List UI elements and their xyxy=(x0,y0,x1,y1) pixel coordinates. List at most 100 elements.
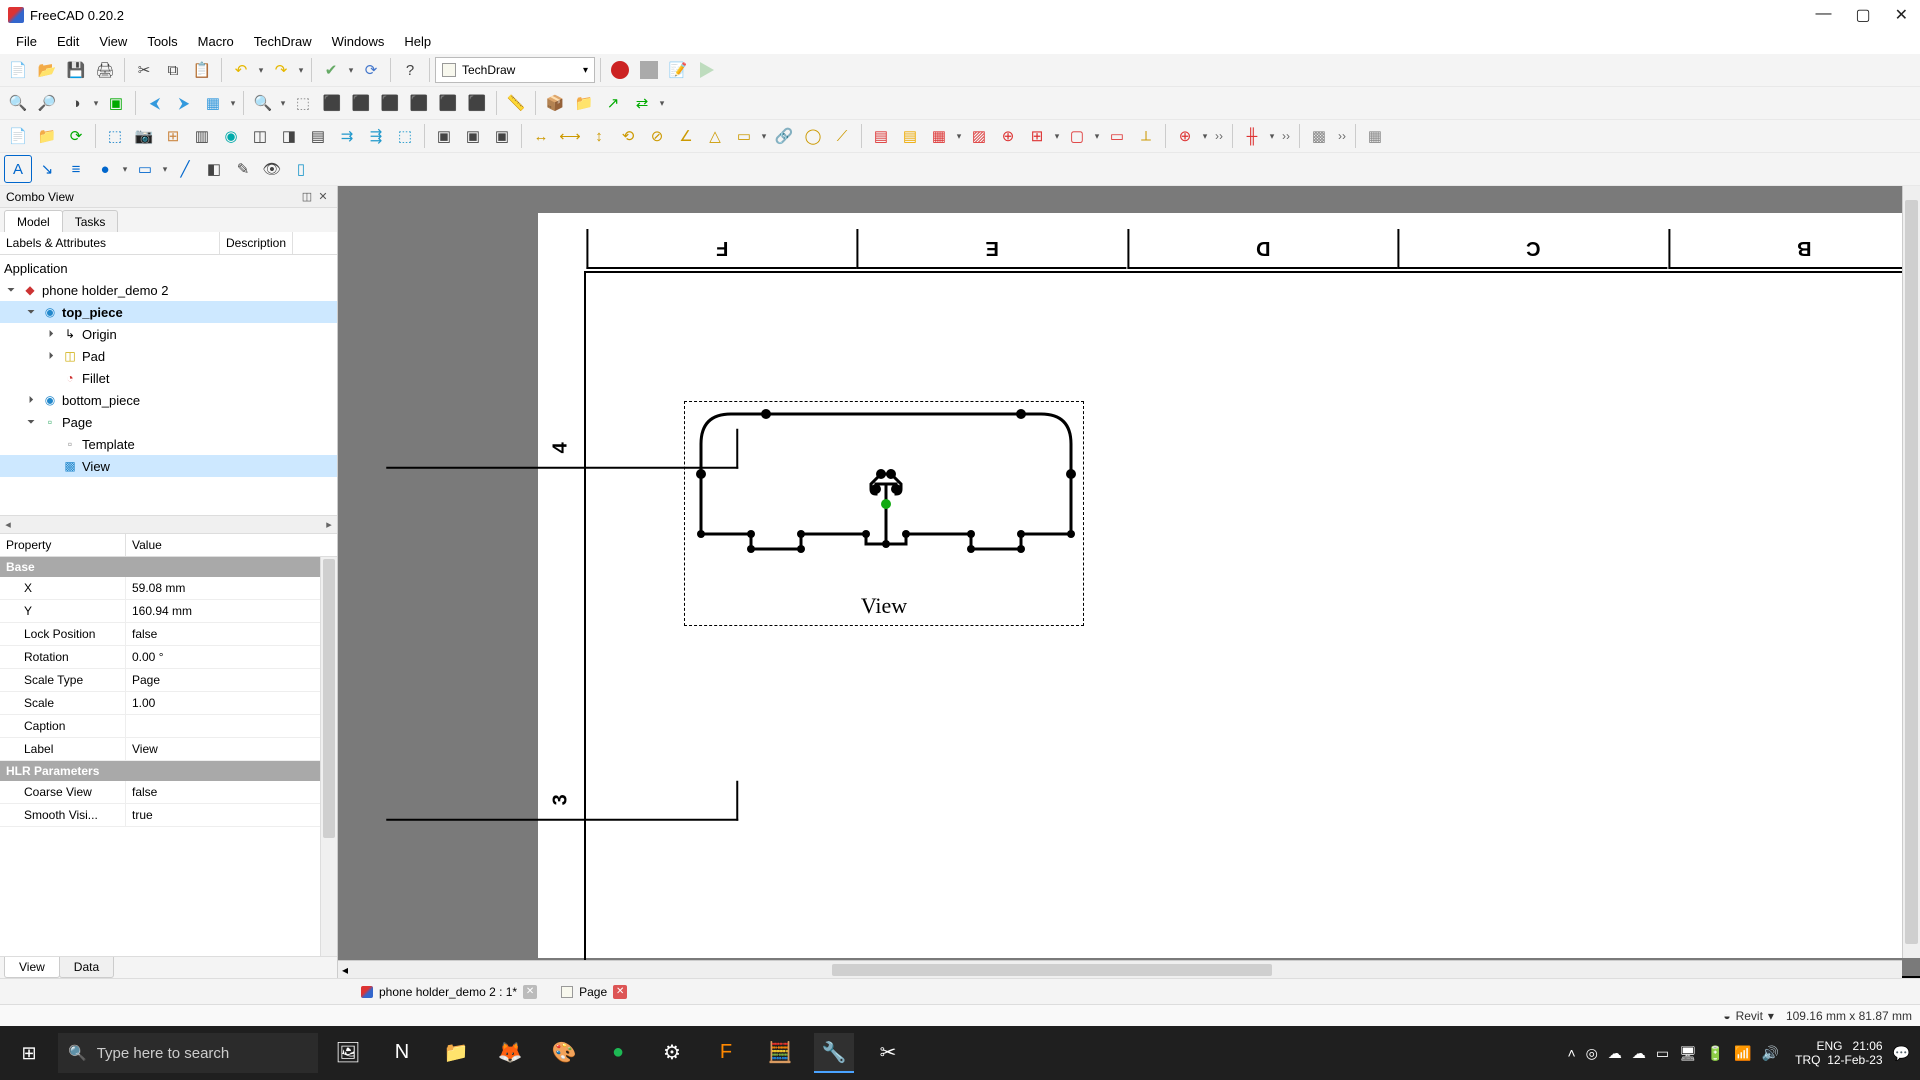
active-view-icon[interactable]: 📷 xyxy=(130,122,158,150)
taskbar-app-explorer[interactable]: 📁 xyxy=(436,1033,476,1073)
cut-icon[interactable]: ✂ xyxy=(130,56,158,84)
tab-model[interactable]: Model xyxy=(4,210,63,232)
toggle-frame-icon[interactable]: ▢ xyxy=(1063,122,1091,150)
centerline-dd[interactable]: ▾ xyxy=(1200,131,1210,142)
tray-notifications-icon[interactable]: 💬 xyxy=(1893,1045,1910,1062)
tree-fillet[interactable]: ◔Fillet xyxy=(0,367,337,389)
menu-tools[interactable]: Tools xyxy=(137,31,187,52)
taskbar-app-snip[interactable]: ✂ xyxy=(868,1033,908,1073)
tree-top-piece[interactable]: ⏷◉top_piece xyxy=(0,301,337,323)
tab-tasks[interactable]: Tasks xyxy=(62,210,119,232)
bounding-box-icon[interactable]: ▣ xyxy=(102,89,130,117)
tree-app[interactable]: Application xyxy=(0,257,337,279)
page-default-icon[interactable]: 📄 xyxy=(4,122,32,150)
prop-header-property[interactable]: Property xyxy=(0,534,126,556)
save-icon[interactable]: 💾 xyxy=(62,56,90,84)
taskbar-app-fusion[interactable]: F xyxy=(706,1033,746,1073)
prop-lock[interactable]: Lock Positionfalse xyxy=(0,623,337,646)
tree-page[interactable]: ⏷▫Page xyxy=(0,411,337,433)
prop-tab-data[interactable]: Data xyxy=(59,957,114,978)
tree-template[interactable]: ▫Template xyxy=(0,433,337,455)
view-insert-icon[interactable]: ⬚ xyxy=(101,122,129,150)
decorate-line-icon[interactable]: ▭ xyxy=(1103,122,1131,150)
undo-dd[interactable]: ▾ xyxy=(256,65,266,76)
link-actions-icon[interactable]: ⇄ xyxy=(628,89,656,117)
macros-icon[interactable]: 📝 xyxy=(664,56,692,84)
prop-vscroll[interactable] xyxy=(320,557,337,956)
menu-edit[interactable]: Edit xyxy=(47,31,89,52)
part-icon[interactable]: 📦 xyxy=(541,89,569,117)
status-nav-style[interactable]: ◒ Revit ▾ xyxy=(1723,1009,1774,1023)
tray-meet-icon[interactable]: ▭ xyxy=(1656,1045,1669,1062)
undo-icon[interactable]: ↶ xyxy=(227,56,255,84)
spreadsheet-view-icon[interactable]: ▤ xyxy=(304,122,332,150)
tree-origin[interactable]: ⏵↳Origin xyxy=(0,323,337,345)
whatsthis-icon[interactable]: ? xyxy=(396,56,424,84)
dim-extent-dd[interactable]: ▾ xyxy=(759,131,769,142)
ext-line-icon[interactable]: ▩ xyxy=(1305,122,1333,150)
combo-close-icon[interactable]: ✕ xyxy=(315,190,331,203)
tray-chevron-icon[interactable]: ˄ xyxy=(1567,1045,1575,1061)
taskbar-search[interactable]: 🔍 Type here to search xyxy=(58,1033,318,1073)
fit-selection-icon[interactable]: 🔎 xyxy=(33,89,61,117)
2point-line-icon[interactable]: ╱ xyxy=(171,155,199,183)
front-view-icon[interactable]: ⬛ xyxy=(318,89,346,117)
doc-tab-main-close[interactable]: ✕ xyxy=(523,985,537,999)
taskbar-app-notion[interactable]: N xyxy=(382,1033,422,1073)
draft-view-icon[interactable]: ◫ xyxy=(246,122,274,150)
prop-y[interactable]: Y160.94 mm xyxy=(0,600,337,623)
new-file-icon[interactable]: 📄 xyxy=(4,56,32,84)
rich-anno-icon[interactable]: ≡ xyxy=(62,155,90,183)
image-dd[interactable]: ▾ xyxy=(1052,131,1062,142)
prop-scale-type[interactable]: Scale TypePage xyxy=(0,669,337,692)
tray-weather-icon[interactable]: ☁ xyxy=(1632,1045,1646,1062)
link-nav-dd[interactable]: ▾ xyxy=(228,98,238,109)
prop-rotation[interactable]: Rotation0.00 ° xyxy=(0,646,337,669)
proj-group-icon[interactable]: ⊞ xyxy=(159,122,187,150)
centerline-face-icon[interactable]: ▭ xyxy=(131,155,159,183)
stop-macro-icon[interactable] xyxy=(635,56,663,84)
tray-display-icon[interactable]: 🖥 xyxy=(1679,1045,1697,1062)
menu-file[interactable]: File xyxy=(6,31,47,52)
toolbar-overflow-1[interactable]: ›› xyxy=(1211,129,1227,143)
left-view-icon[interactable]: ⬛ xyxy=(463,89,491,117)
doc-tab-page[interactable]: Page ✕ xyxy=(554,982,634,1002)
arch-view-icon[interactable]: ◨ xyxy=(275,122,303,150)
hatch-dd[interactable]: ▾ xyxy=(954,131,964,142)
top-view-icon[interactable]: ⬛ xyxy=(347,89,375,117)
image-icon[interactable]: ⊞ xyxy=(1023,122,1051,150)
show-all-icon[interactable]: 👁 xyxy=(258,155,286,183)
dim-link-icon[interactable]: 🔗 xyxy=(770,122,798,150)
draw-style-icon[interactable]: ◑ xyxy=(62,89,90,117)
doc-tab-page-close[interactable]: ✕ xyxy=(613,985,627,999)
tree-bottom-piece[interactable]: ⏵◉bottom_piece xyxy=(0,389,337,411)
prop-coarse[interactable]: Coarse Viewfalse xyxy=(0,781,337,804)
cosmetic-vertex-icon[interactable]: ╫ xyxy=(1238,122,1266,150)
tray-onedrive-icon[interactable]: ☁ xyxy=(1608,1045,1622,1062)
taskbar-app-firefox[interactable]: 🦊 xyxy=(490,1033,530,1073)
annotation-icon[interactable]: A xyxy=(4,155,32,183)
taskbar-app-spotify[interactable]: ● xyxy=(598,1033,638,1073)
cosmetic-circle-dd[interactable]: ▾ xyxy=(120,164,130,175)
taskbar-app-paint[interactable]: 🎨 xyxy=(544,1033,584,1073)
cosmetic-dd[interactable]: ▾ xyxy=(1267,131,1277,142)
doc-tab-main[interactable]: phone holder_demo 2 : 1* ✕ xyxy=(354,982,544,1002)
redo-icon[interactable]: ↷ xyxy=(267,56,295,84)
prop-smooth[interactable]: Smooth Visi...true xyxy=(0,804,337,827)
leaderline-icon[interactable]: ↘ xyxy=(33,155,61,183)
viewport[interactable]: F E D C B 4 3 xyxy=(338,186,1920,978)
dim-angle-icon[interactable]: ∠ xyxy=(672,122,700,150)
dim-diameter-icon[interactable]: ⊘ xyxy=(643,122,671,150)
menu-help[interactable]: Help xyxy=(394,31,441,52)
redo-dd[interactable]: ▾ xyxy=(296,65,306,76)
combo-float-icon[interactable]: ◫ xyxy=(299,190,315,203)
prop-caption[interactable]: Caption xyxy=(0,715,337,738)
group-icon[interactable]: 📁 xyxy=(570,89,598,117)
dim-length-icon[interactable]: ↔ xyxy=(527,122,555,150)
prop-x[interactable]: X59.08 mm xyxy=(0,577,337,600)
menu-windows[interactable]: Windows xyxy=(322,31,395,52)
maximize-button[interactable]: ▢ xyxy=(1855,5,1870,25)
page-template-icon[interactable]: 📁 xyxy=(33,122,61,150)
drawing-page[interactable]: F E D C B 4 3 xyxy=(538,213,1920,958)
menu-macro[interactable]: Macro xyxy=(188,31,244,52)
